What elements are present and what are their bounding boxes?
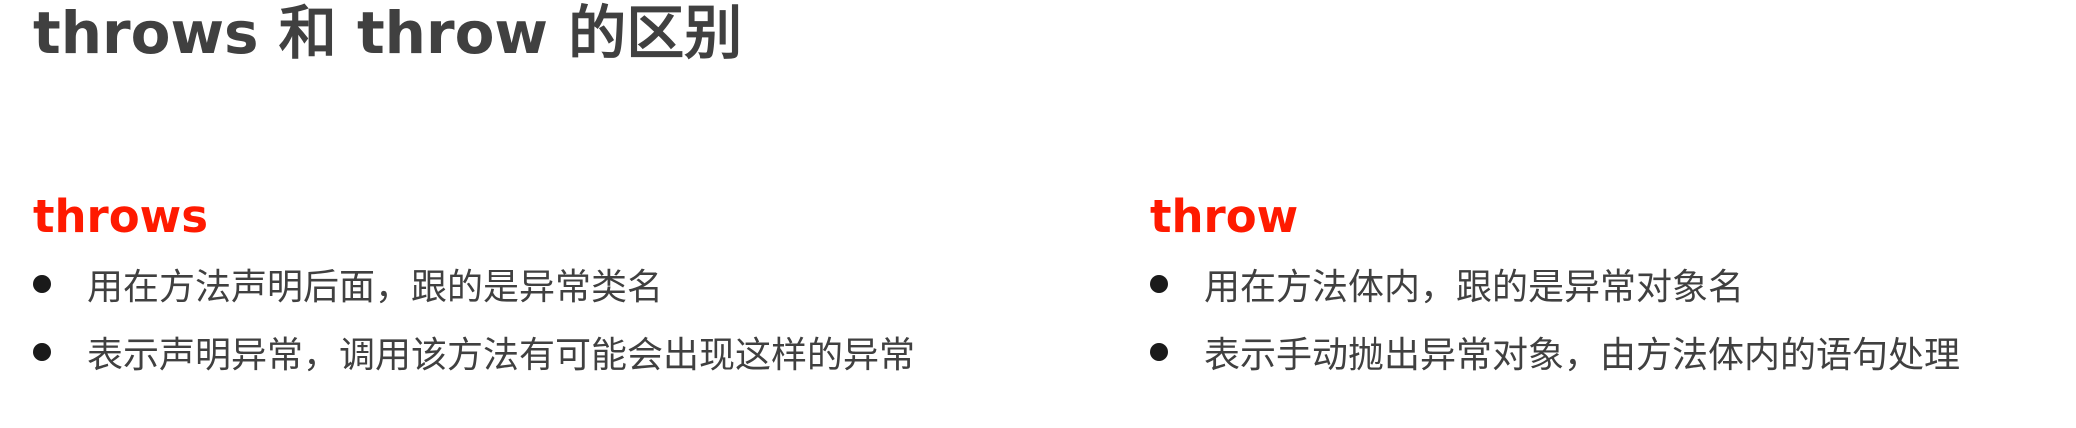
bullet-icon	[33, 275, 51, 293]
list-item-text: 用在方法体内，跟的是异常对象名	[1204, 267, 1745, 308]
throw-bullet-list: 用在方法体内，跟的是异常对象名 表示手动抛出异常对象，由方法体内的语句处理	[1150, 250, 1960, 386]
list-item-text: 表示手动抛出异常对象，由方法体内的语句处理	[1204, 335, 1961, 376]
list-item-text: 表示声明异常，调用该方法有可能会出现这样的异常	[87, 335, 916, 376]
list-item-text: 用在方法声明后面，跟的是异常类名	[87, 267, 664, 308]
bullet-icon	[1150, 343, 1168, 361]
throws-heading: throws	[33, 190, 209, 243]
page-title: throws 和 throw 的区别	[33, 0, 743, 67]
throws-bullet-list: 用在方法声明后面，跟的是异常类名 表示声明异常，调用该方法有可能会出现这样的异常	[33, 250, 915, 386]
list-item: 表示手动抛出异常对象，由方法体内的语句处理	[1150, 318, 1960, 386]
throw-column: throw 用在方法体内，跟的是异常对象名 表示手动抛出异常对象，由方法体内的语…	[1150, 190, 1960, 386]
bullet-icon	[33, 343, 51, 361]
list-item: 用在方法体内，跟的是异常对象名	[1150, 250, 1960, 318]
throws-column: throws 用在方法声明后面，跟的是异常类名 表示声明异常，调用该方法有可能会…	[33, 190, 915, 386]
list-item: 用在方法声明后面，跟的是异常类名	[33, 250, 915, 318]
list-item: 表示声明异常，调用该方法有可能会出现这样的异常	[33, 318, 915, 386]
throw-heading: throw	[1150, 190, 1299, 243]
bullet-icon	[1150, 275, 1168, 293]
